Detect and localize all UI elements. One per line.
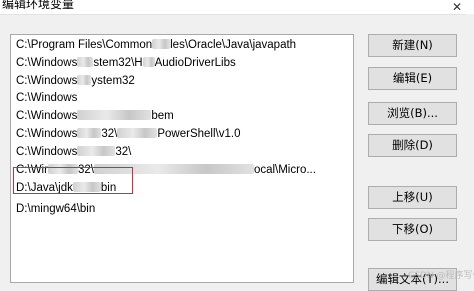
move-up-button[interactable]: 上移(U)	[368, 186, 457, 209]
path-text: les\Oracle\Java\javapath	[170, 39, 297, 51]
path-text: C:\Windows	[16, 57, 78, 69]
path-text: C:\Windows	[16, 146, 78, 158]
list-item[interactable]: C:\Windows	[16, 90, 77, 106]
path-text: C:\Windows	[16, 92, 78, 104]
redacted-text	[77, 128, 102, 138]
path-text: stem32\H	[93, 57, 143, 69]
redacted-text	[77, 57, 94, 67]
edit-button[interactable]: 编辑(E)	[368, 67, 457, 90]
new-button[interactable]: 新建(N)	[368, 34, 457, 57]
list-item-selected[interactable]: D:\mingw64\bin	[16, 201, 95, 217]
path-text: 32\	[101, 128, 118, 140]
redacted-text	[142, 57, 155, 67]
path-text: C:\Program Files\Common	[16, 39, 153, 51]
path-text: ystem32	[91, 75, 135, 87]
delete-button[interactable]: 删除(D)	[368, 134, 457, 157]
path-text: ocal\Micro...	[253, 164, 316, 176]
path-text: C:\Windows	[16, 110, 78, 122]
close-icon[interactable]: ✕	[440, 0, 474, 14]
list-item[interactable]: C:\Program Files\Common les\Oracle\Java\j…	[16, 37, 296, 53]
watermark: CSDN @程序写代码	[408, 271, 474, 281]
list-item[interactable]: C:\Windows 32\ PowerShell\v1.0	[16, 126, 240, 142]
window-edge	[466, 14, 474, 283]
red-highlight-box	[13, 167, 133, 194]
path-list[interactable]: C:\Program Files\Common les\Oracle\Java\j…	[10, 34, 354, 283]
move-down-button[interactable]: 下移(O)	[368, 218, 457, 241]
path-text: 32\	[115, 146, 132, 158]
path-text: D:\mingw64\bin	[16, 203, 96, 215]
redacted-text	[77, 146, 116, 156]
redacted-text	[77, 75, 92, 85]
path-text: AudioDriverLibs	[154, 57, 236, 69]
list-item[interactable]: C:\Windows ystem32	[16, 73, 135, 89]
path-text: C:\Windows	[16, 75, 78, 87]
list-item[interactable]: C:\Windows bem	[16, 108, 174, 124]
list-item[interactable]: C:\Windows stem32\H AudioDriverLibs	[16, 55, 236, 71]
list-item[interactable]: C:\Windows 32\	[16, 144, 131, 160]
path-text: C:\Windows	[16, 128, 78, 140]
redacted-text	[152, 39, 171, 49]
title-bar: 编辑环境变量 ✕	[0, 0, 474, 15]
path-text: bem	[151, 110, 174, 122]
redacted-text	[77, 110, 152, 120]
window-title: 编辑环境变量	[2, 0, 75, 11]
path-text: PowerShell\v1.0	[157, 128, 241, 140]
redacted-text	[117, 128, 158, 138]
browse-button[interactable]: 浏览(B)...	[368, 102, 457, 125]
